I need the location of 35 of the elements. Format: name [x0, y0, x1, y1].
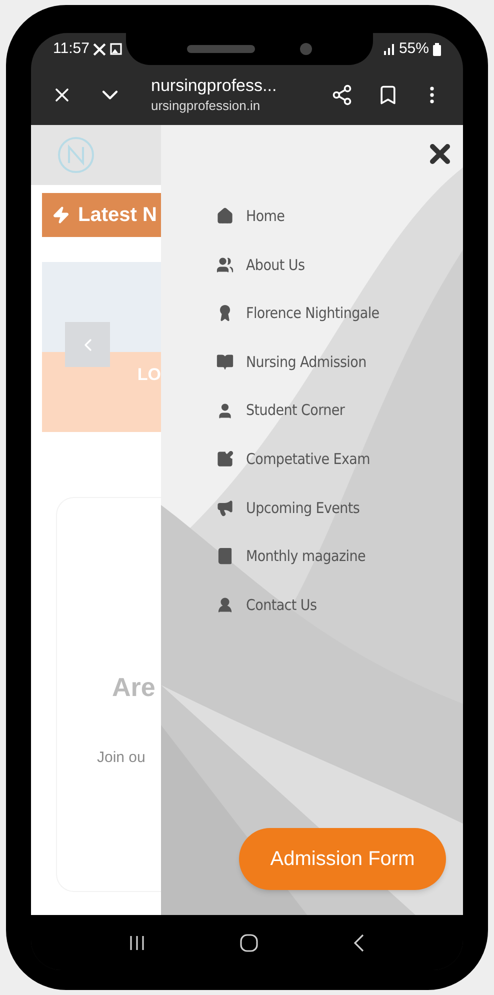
menu-item[interactable]: Competative Exam — [216, 434, 463, 484]
share-icon[interactable] — [331, 84, 353, 106]
slide-caption: LO — [137, 364, 161, 386]
battery-percent: 55% — [398, 38, 429, 59]
group-icon — [216, 256, 234, 274]
menu-item[interactable]: About Us — [216, 240, 463, 290]
news-banner: Latest N — [42, 193, 161, 237]
recent-apps-icon[interactable] — [128, 934, 145, 950]
card-text: Join ou — [97, 748, 146, 768]
menu-item[interactable]: Nursing Admission — [216, 338, 463, 386]
battery-icon — [433, 42, 441, 56]
home-button-icon[interactable] — [240, 934, 258, 952]
status-time: 11:57 — [53, 38, 90, 59]
menu-item[interactable]: Monthly magazine — [216, 532, 463, 581]
magazine-icon — [216, 547, 234, 566]
user-icon — [216, 402, 234, 420]
page-title: nursingprofess... — [151, 75, 278, 97]
person-icon — [216, 596, 234, 614]
menu-item[interactable]: Upcoming Events — [216, 484, 463, 532]
speaker-grille — [187, 45, 255, 53]
edit-icon — [216, 450, 234, 468]
menu-item[interactable]: Student Corner — [216, 386, 463, 435]
menu-item[interactable]: Contact Us — [216, 580, 463, 630]
image-icon — [110, 43, 122, 55]
page-url: ursingprofession.in — [151, 97, 262, 115]
signal-icon — [382, 43, 395, 55]
lightning-icon — [52, 206, 70, 224]
home-icon — [216, 207, 234, 226]
megaphone-icon — [216, 498, 234, 517]
menu-item[interactable]: Home — [216, 192, 463, 241]
back-icon[interactable] — [353, 934, 366, 952]
menu-item[interactable]: Florence Nightingale — [216, 289, 463, 338]
card-heading: Are — [112, 671, 156, 704]
logo-icon — [56, 135, 96, 175]
book-icon — [216, 353, 234, 372]
